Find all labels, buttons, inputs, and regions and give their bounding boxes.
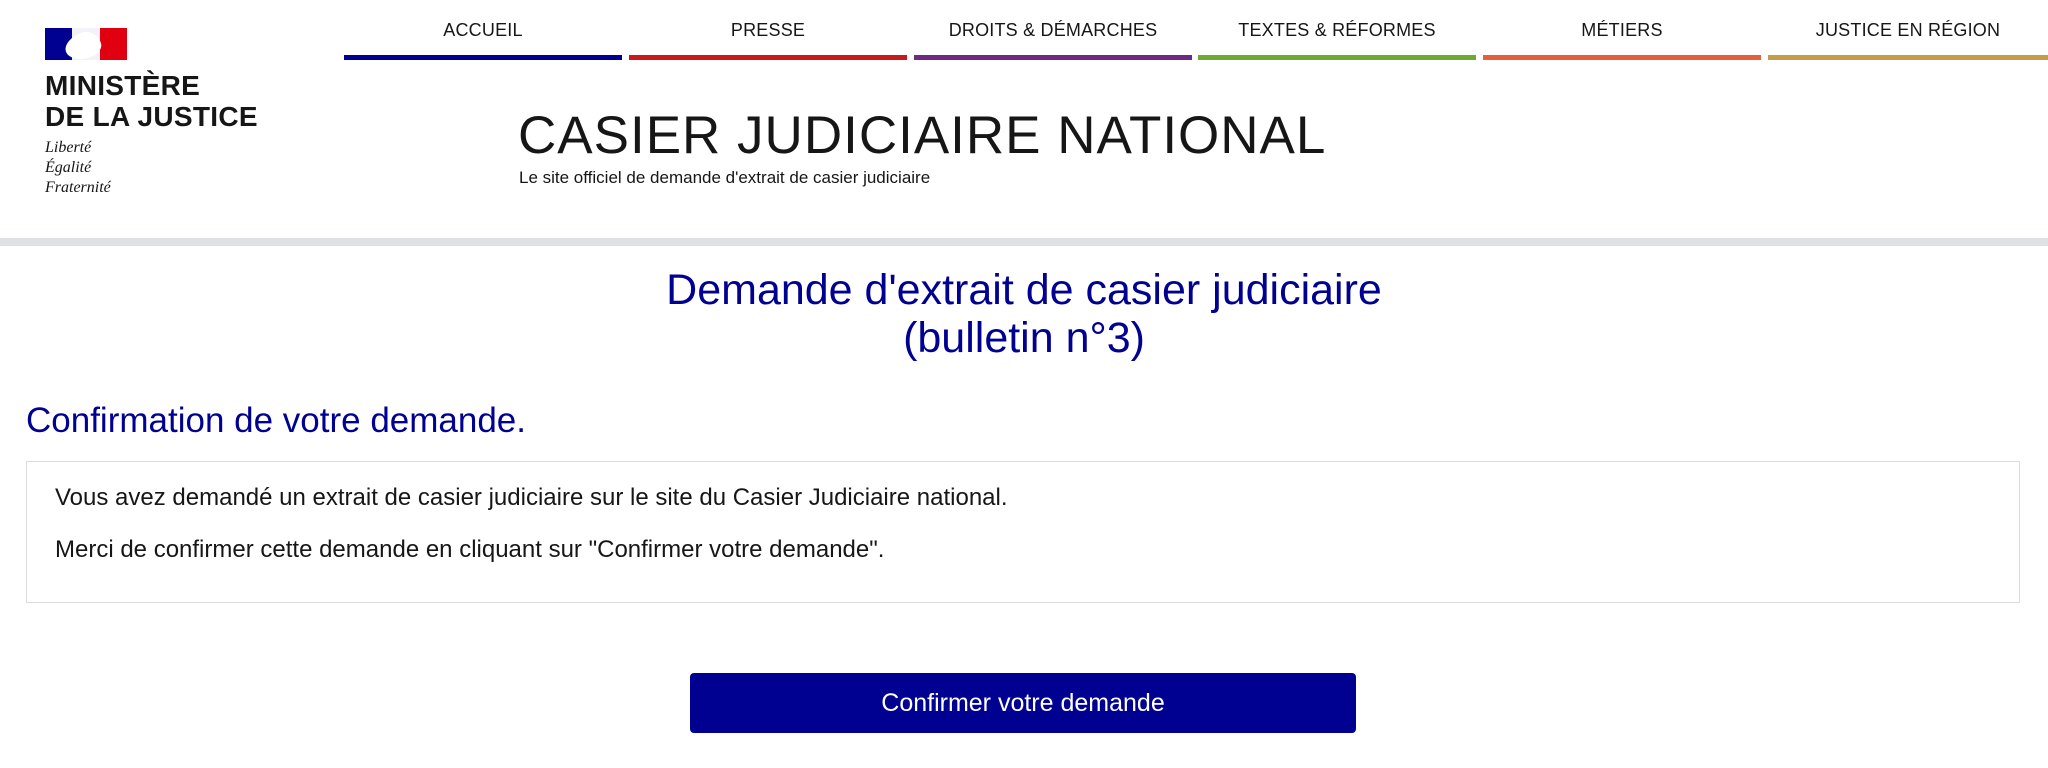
nav-item-label: MÉTIERS	[1581, 20, 1663, 40]
nav-item-label: JUSTICE EN RÉGION	[1815, 20, 2001, 40]
confirm-request-button[interactable]: Confirmer votre demande	[690, 673, 1356, 733]
site-header: MINISTÈRE DE LA JUSTICE Liberté Égalité …	[0, 0, 2048, 238]
page-title: Demande d'extrait de casier judiciaire (…	[0, 266, 2048, 362]
ministry-name-line2: DE LA JUSTICE	[45, 101, 258, 132]
motto-liberte: Liberté	[45, 139, 92, 156]
nav-item-textes-reformes[interactable]: TEXTES & RÉFORMES	[1198, 0, 1476, 60]
nav-item-label: ACCUEIL	[443, 20, 523, 40]
nav-item-metiers[interactable]: MÉTIERS	[1483, 0, 1761, 60]
nav-item-underline	[1483, 55, 1761, 60]
ministry-name: MINISTÈRE DE LA JUSTICE	[45, 70, 258, 132]
main-navigation: ACCUEIL PRESSE DROITS & DÉMARCHES TEXTES…	[344, 0, 2048, 62]
motto-fraternite: Fraternité	[45, 179, 111, 196]
nav-item-accueil[interactable]: ACCUEIL	[344, 0, 622, 60]
section-title: Confirmation de votre demande.	[26, 401, 526, 440]
nav-item-label: TEXTES & RÉFORMES	[1238, 20, 1436, 40]
nav-item-underline	[1198, 55, 1476, 60]
page-title-line2: (bulletin n°3)	[903, 314, 1145, 362]
nav-item-label: DROITS & DÉMARCHES	[948, 20, 1158, 40]
header-divider	[0, 238, 2048, 246]
nav-item-underline	[1768, 55, 2048, 60]
nav-item-underline	[914, 55, 1192, 60]
ministry-name-line1: MINISTÈRE	[45, 70, 201, 101]
nav-item-justice-en-region[interactable]: JUSTICE EN RÉGION	[1768, 0, 2048, 60]
nav-item-label: PRESSE	[730, 20, 806, 40]
ministry-logo[interactable]: MINISTÈRE DE LA JUSTICE Liberté Égalité …	[45, 28, 258, 198]
republic-motto: Liberté Égalité Fraternité	[45, 138, 258, 198]
confirmation-message-line1: Vous avez demandé un extrait de casier j…	[55, 484, 1008, 511]
nav-item-underline	[629, 55, 907, 60]
nav-item-droits-demarches[interactable]: DROITS & DÉMARCHES	[914, 0, 1192, 60]
motto-egalite: Égalité	[45, 159, 92, 176]
marianne-flag-icon	[45, 28, 127, 64]
confirmation-message-line2: Merci de confirmer cette demande en cliq…	[55, 536, 885, 563]
site-title[interactable]: CASIER JUDICIAIRE NATIONAL	[518, 104, 1326, 168]
nav-item-presse[interactable]: PRESSE	[629, 0, 907, 60]
site-subtitle: Le site officiel de demande d'extrait de…	[519, 168, 931, 187]
nav-item-underline	[344, 55, 622, 60]
page: MINISTÈRE DE LA JUSTICE Liberté Égalité …	[0, 0, 2048, 768]
confirmation-message-box: Vous avez demandé un extrait de casier j…	[26, 461, 2020, 603]
page-title-line1: Demande d'extrait de casier judiciaire	[666, 266, 1382, 314]
